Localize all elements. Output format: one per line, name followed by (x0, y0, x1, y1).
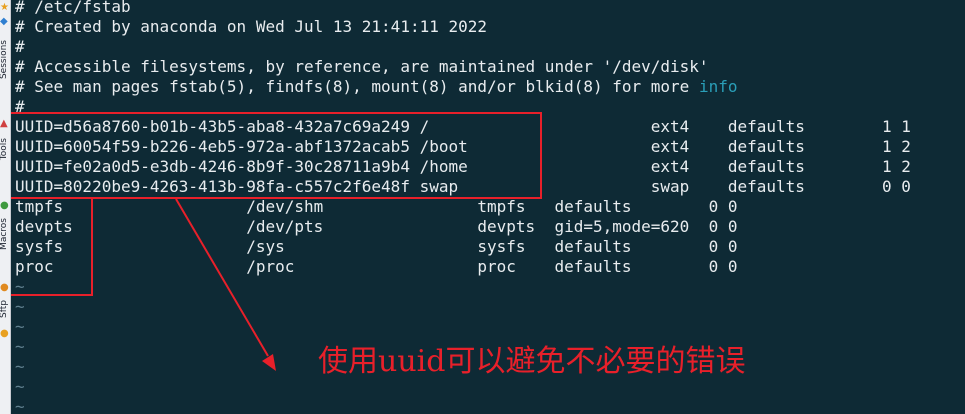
macro-icon[interactable]: ● (0, 200, 10, 212)
wrench-icon[interactable]: ▲ (0, 118, 10, 130)
tab-tools-label: Tools (0, 138, 9, 161)
tab-macros[interactable]: Macros (0, 218, 10, 266)
sftp-icon[interactable]: ● (0, 282, 10, 294)
annotation-note: 使用uuid可以避免不必要的错误 (318, 344, 746, 379)
terminal-window: ★ ◆ Sessions ▲ Tools ● Macros ● Sftp ● #… (0, 0, 965, 414)
arrow-icon[interactable]: ◆ (0, 16, 10, 28)
star-icon[interactable]: ★ (0, 2, 10, 14)
status-dot-icon: ● (0, 328, 9, 339)
tab-macros-label: Macros (0, 218, 9, 250)
side-panel: ★ ◆ Sessions ▲ Tools ● Macros ● Sftp ● (0, 0, 11, 414)
tab-tools[interactable]: Tools (0, 138, 10, 178)
tab-sessions-label: Sessions (0, 40, 9, 80)
tab-sessions[interactable]: Sessions (0, 40, 10, 100)
tab-sftp-label: Sftp (0, 300, 9, 318)
